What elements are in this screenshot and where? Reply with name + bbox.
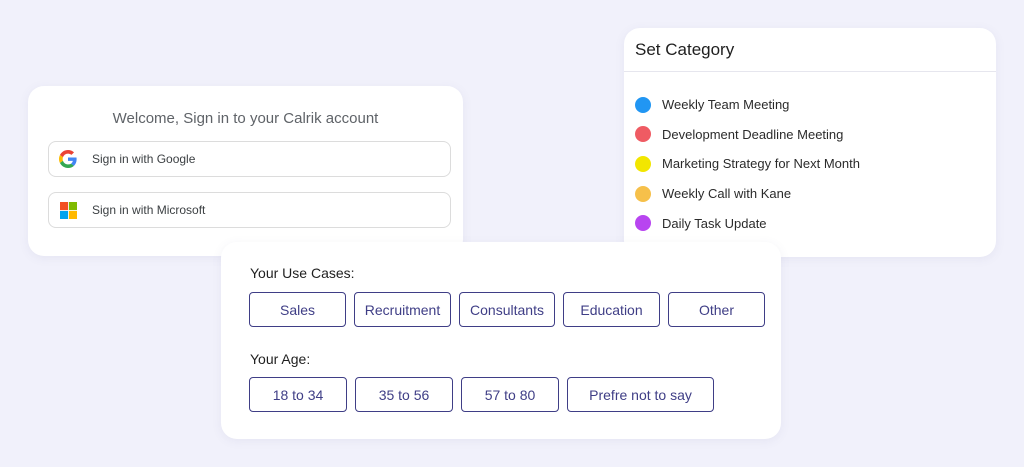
category-item[interactable]: Daily Task Update bbox=[635, 208, 860, 238]
sign-in-google-button[interactable]: Sign in with Google bbox=[48, 141, 451, 177]
google-logo-icon bbox=[58, 149, 78, 169]
category-item-label: Weekly Call with Kane bbox=[662, 186, 792, 202]
use-case-option-other[interactable]: Other bbox=[668, 292, 765, 327]
category-title: Set Category bbox=[635, 40, 735, 59]
use-case-option-consultants[interactable]: Consultants bbox=[459, 292, 555, 327]
use-case-option-sales[interactable]: Sales bbox=[249, 292, 346, 327]
category-item[interactable]: Weekly Team Meeting bbox=[635, 90, 860, 120]
sign-in-microsoft-button[interactable]: Sign in with Microsoft bbox=[48, 192, 451, 228]
profile-options-card: Your Use Cases: Sales Recruitment Consul… bbox=[221, 242, 781, 439]
age-options: 18 to 34 35 to 56 57 to 80 Prefre not to… bbox=[249, 377, 714, 412]
sign-in-google-label: Sign in with Google bbox=[92, 152, 196, 166]
signin-title: Welcome, Sign in to your Calrik account bbox=[112, 110, 379, 127]
category-item[interactable]: Development Deadline Meeting bbox=[635, 120, 860, 150]
age-option-35-56[interactable]: 35 to 56 bbox=[355, 377, 453, 412]
use-case-option-recruitment[interactable]: Recruitment bbox=[354, 292, 451, 327]
category-card: Set Category Weekly Team Meeting Develop… bbox=[624, 28, 996, 257]
age-label: Your Age: bbox=[250, 351, 311, 367]
category-color-dot bbox=[635, 185, 651, 202]
sign-in-microsoft-label: Sign in with Microsoft bbox=[92, 203, 206, 217]
category-color-dot bbox=[635, 215, 651, 232]
category-item-label: Marketing Strategy for Next Month bbox=[662, 156, 860, 172]
age-option-18-34[interactable]: 18 to 34 bbox=[249, 377, 347, 412]
age-option-57-80[interactable]: 57 to 80 bbox=[461, 377, 559, 412]
stage: Welcome, Sign in to your Calrik account … bbox=[0, 0, 1024, 467]
category-color-dot bbox=[635, 155, 651, 172]
category-list: Weekly Team Meeting Development Deadline… bbox=[635, 90, 860, 238]
category-item[interactable]: Weekly Call with Kane bbox=[635, 179, 860, 209]
use-case-option-education[interactable]: Education bbox=[563, 292, 660, 327]
microsoft-logo-icon bbox=[58, 200, 78, 220]
category-divider bbox=[624, 71, 996, 72]
age-option-prefer-not-to-say[interactable]: Prefre not to say bbox=[567, 377, 714, 412]
signin-card: Welcome, Sign in to your Calrik account … bbox=[28, 86, 463, 256]
use-cases-label: Your Use Cases: bbox=[250, 265, 355, 281]
use-case-options: Sales Recruitment Consultants Education … bbox=[249, 292, 765, 327]
category-color-dot bbox=[635, 126, 651, 143]
category-color-dot bbox=[635, 96, 651, 113]
category-item-label: Weekly Team Meeting bbox=[662, 97, 790, 113]
category-item[interactable]: Marketing Strategy for Next Month bbox=[635, 149, 860, 179]
category-item-label: Development Deadline Meeting bbox=[662, 126, 844, 142]
category-item-label: Daily Task Update bbox=[662, 215, 767, 231]
